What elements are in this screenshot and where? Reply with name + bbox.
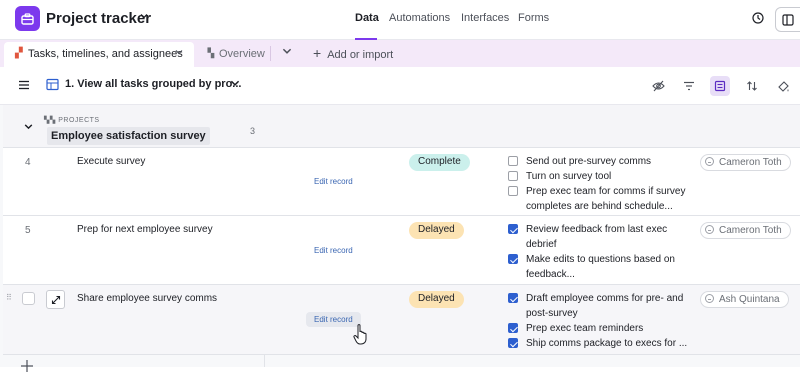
records-grid: ▚▚ PROJECTS Employee satisfaction survey… (0, 105, 800, 367)
hide-fields-icon[interactable] (648, 76, 668, 96)
subtask-item[interactable]: Review feedback from last exec debrief (508, 222, 694, 252)
table-icon: ▞ (15, 48, 23, 59)
nav-interfaces[interactable]: Interfaces (461, 12, 509, 24)
status-badge[interactable]: Delayed (409, 291, 464, 308)
row-checkbox[interactable] (22, 292, 35, 305)
expand-icon (51, 295, 60, 304)
subtask-item[interactable]: Ship comms package to execs for ... (508, 336, 694, 351)
assignee-chip[interactable]: Ash Quintana (700, 291, 789, 308)
status-badge[interactable]: Complete (409, 154, 470, 171)
top-bar: Project tracker Data Automations Interfa… (0, 0, 800, 40)
task-name-cell[interactable]: Execute survey (77, 156, 145, 167)
subtask-item[interactable]: Prep exec team reminders (508, 321, 694, 336)
view-toolbar: 1. View all tasks grouped by pro... (0, 67, 800, 105)
subtasks-cell[interactable]: Draft employee comms for pre- and post-s… (508, 291, 694, 351)
checkbox-checked[interactable] (508, 224, 518, 234)
app-title[interactable]: Project tracker (46, 10, 151, 27)
subtask-text: Turn on survey tool (526, 171, 612, 182)
color-icon[interactable] (773, 76, 793, 96)
nav-automations[interactable]: Automations (389, 12, 450, 24)
subtask-text: Ship comms package to execs for ... (526, 338, 688, 349)
chevron-down-icon[interactable] (281, 45, 293, 57)
nav-data[interactable]: Data (355, 12, 379, 24)
group-name: Employee satisfaction survey (47, 127, 210, 145)
assignee-chip[interactable]: Cameron Toth (700, 154, 791, 171)
subtask-text: Draft employee comms for pre- and post-s… (526, 293, 684, 319)
share-icon (782, 14, 794, 29)
hand-cursor-icon (353, 324, 367, 345)
nav-forms[interactable]: Forms (518, 12, 549, 24)
checkbox[interactable] (508, 186, 518, 196)
link-field-icon: ▚▚ (44, 117, 56, 124)
add-import-label: Add or import (327, 49, 394, 61)
group-count: 3 (250, 126, 256, 136)
table-tab-bar: ▞ Tasks, timelines, and assignees ▝▖ Ove… (0, 40, 800, 67)
drag-handle-icon[interactable]: ⠿ (6, 293, 12, 302)
history-icon[interactable] (751, 11, 765, 25)
subtask-item[interactable]: Draft employee comms for pre- and post-s… (508, 291, 694, 321)
subtask-item[interactable]: Send out pre-survey comms (508, 154, 694, 169)
subtasks-cell[interactable]: Review feedback from last exec debrief M… (508, 222, 694, 282)
table-row[interactable]: ⠿ Share employee survey comms Edit recor… (3, 285, 800, 355)
row-number: 5 (25, 225, 31, 236)
table-row[interactable]: 4 Execute survey Edit record Complete Se… (3, 148, 800, 216)
chevron-down-icon[interactable] (174, 47, 184, 57)
user-icon (705, 294, 714, 303)
row-number: 4 (25, 157, 31, 168)
task-name-cell[interactable]: Prep for next employee survey (77, 224, 213, 235)
subtask-item[interactable]: Turn on survey tool (508, 169, 694, 184)
checkbox[interactable] (508, 156, 518, 166)
assignee-name: Cameron Toth (719, 157, 782, 168)
table-row[interactable]: 5 Prep for next employee survey Edit rec… (3, 216, 800, 285)
group-field-label: ▚▚ PROJECTS (44, 116, 100, 124)
chevron-down-icon[interactable] (139, 11, 149, 21)
subtask-text: Send out pre-survey comms (526, 156, 652, 167)
tab-label: Tasks, timelines, and assignees (28, 48, 183, 60)
overview-icon: ▝▖ (204, 48, 218, 58)
view-switcher[interactable]: 1. View all tasks grouped by pro... (65, 78, 241, 90)
assignee-name: Ash Quintana (719, 294, 780, 305)
tab-overview[interactable]: Overview (219, 48, 265, 60)
checkbox[interactable] (508, 171, 518, 181)
filter-icon[interactable] (679, 76, 699, 96)
group-icon[interactable] (710, 76, 730, 96)
add-record-plus-icon[interactable] (20, 359, 34, 373)
tab-tasks-timelines-assignees[interactable]: ▞ Tasks, timelines, and assignees (4, 42, 194, 67)
add-or-import-button[interactable]: + Add or import (313, 45, 393, 61)
chevron-down-icon[interactable] (23, 121, 34, 132)
group-field-name: PROJECTS (58, 117, 100, 124)
grid-view-icon (46, 78, 59, 91)
divider (270, 46, 271, 61)
edit-record-button[interactable]: Edit record (314, 177, 353, 186)
subtask-text: Review feedback from last exec debrief (526, 224, 668, 250)
status-badge[interactable]: Delayed (409, 222, 464, 239)
plus-icon: + (313, 45, 322, 61)
sort-icon[interactable] (742, 76, 762, 96)
menu-icon[interactable] (18, 79, 30, 91)
checkbox-checked[interactable] (508, 338, 518, 348)
group-header[interactable]: ▚▚ PROJECTS Employee satisfaction survey… (3, 105, 800, 148)
checkbox-checked[interactable] (508, 254, 518, 264)
edit-record-button[interactable]: Edit record (314, 246, 353, 255)
checkbox-checked[interactable] (508, 293, 518, 303)
subtask-text: Prep exec team reminders (526, 323, 644, 334)
subtasks-cell[interactable]: Send out pre-survey comms Turn on survey… (508, 154, 694, 214)
user-icon (705, 157, 714, 166)
subtask-item[interactable]: Make edits to questions based on feedbac… (508, 252, 694, 282)
user-icon (705, 225, 714, 234)
briefcase-icon[interactable] (15, 6, 40, 31)
checkbox-checked[interactable] (508, 323, 518, 333)
assignee-chip[interactable]: Cameron Toth (700, 222, 791, 239)
share-button[interactable] (775, 7, 800, 32)
chevron-down-icon[interactable] (229, 77, 241, 89)
subtask-text: Make edits to questions based on feedbac… (526, 254, 675, 280)
subtask-text: Prep exec team for comms if survey compl… (526, 186, 686, 212)
assignee-name: Cameron Toth (719, 225, 782, 236)
task-name-cell[interactable]: Share employee survey comms (77, 293, 217, 304)
expand-record-button[interactable] (46, 290, 65, 309)
subtask-item[interactable]: Prep exec team for comms if survey compl… (508, 184, 694, 214)
